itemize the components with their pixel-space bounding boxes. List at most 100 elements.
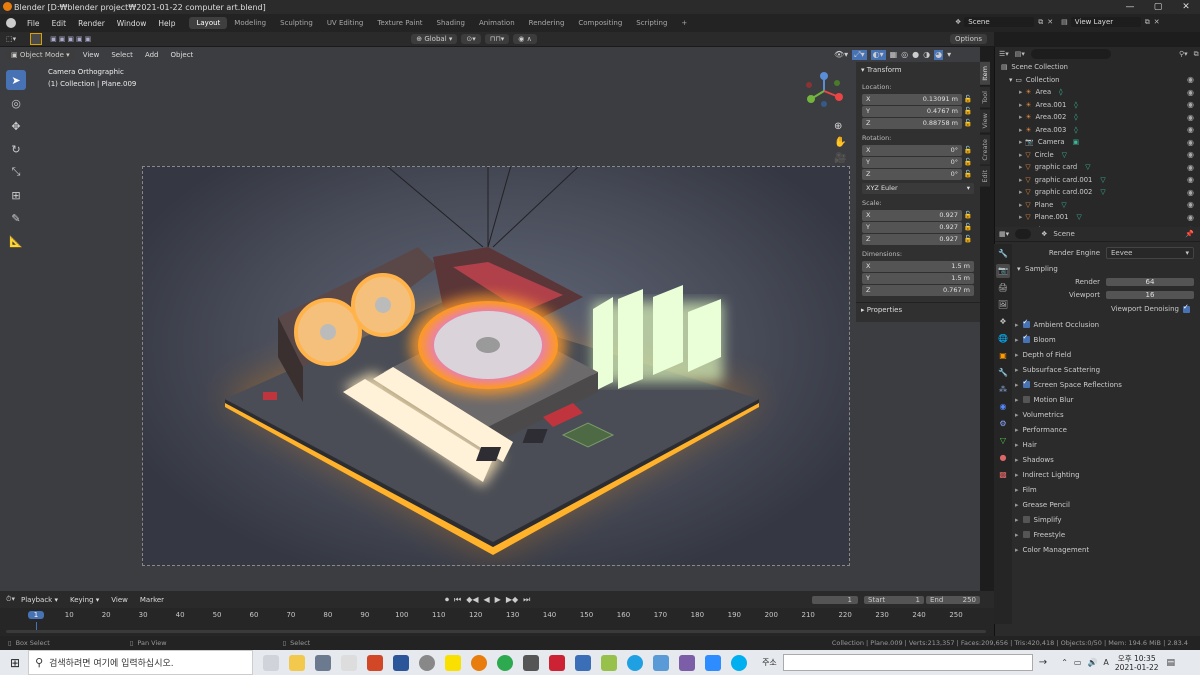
kakaotalk-icon[interactable]: [445, 654, 462, 671]
properties-editor-icon[interactable]: ▦▾: [999, 230, 1009, 238]
render-panel[interactable]: ▸ Screen Space Reflections: [995, 377, 1200, 392]
outliner-item[interactable]: ▸ ☀ Area.003 ◊ ◉: [995, 124, 1200, 137]
texture-props-icon[interactable]: ▩: [996, 468, 1010, 482]
lock-icon[interactable]: 🔓: [962, 146, 974, 154]
chrome-icon[interactable]: [497, 654, 514, 671]
new-scene-icon[interactable]: ⧉: [1038, 18, 1043, 27]
render-panel[interactable]: ▸ Freestyle: [995, 527, 1200, 542]
word-icon[interactable]: [393, 654, 410, 671]
object-data-icon[interactable]: ◊: [1059, 88, 1062, 96]
location-y-field[interactable]: Y 0.4767 m: [862, 105, 962, 117]
object-data-icon[interactable]: ▽: [1062, 151, 1067, 159]
tool-props-icon[interactable]: 🔧: [996, 247, 1010, 261]
transform-header[interactable]: ▾ Transform: [856, 62, 980, 78]
properties-search[interactable]: [1015, 229, 1032, 239]
sketch-app-icon[interactable]: [341, 654, 358, 671]
object-data-icon[interactable]: ▽: [1061, 201, 1066, 209]
visibility-eye-icon[interactable]: ◉: [1187, 138, 1194, 147]
expand-icon[interactable]: ▸: [1019, 213, 1022, 221]
scale-y-field[interactable]: Y 0.927: [862, 221, 962, 233]
panel-checkbox[interactable]: [1022, 333, 1030, 343]
expand-icon[interactable]: ▸: [1019, 88, 1022, 96]
snap-icon[interactable]: ⊓⊓▾: [484, 34, 510, 44]
tray-up-icon[interactable]: ⌃: [1061, 658, 1068, 667]
skype-icon[interactable]: [731, 654, 748, 671]
select-mode-icon[interactable]: [30, 33, 43, 45]
visibility-eye-icon[interactable]: ◉: [1187, 200, 1194, 209]
menu-help[interactable]: Help: [152, 19, 181, 28]
render-panel[interactable]: ▸ Subsurface Scattering: [995, 362, 1200, 377]
outliner-item[interactable]: ▸ ▽ graphic card.002 ▽ ◉: [995, 186, 1200, 199]
render-samples-field[interactable]: 64: [1106, 278, 1194, 286]
proportional-edit-icon[interactable]: ◉ ∧: [513, 34, 537, 44]
menu-select[interactable]: Select: [105, 51, 139, 59]
visibility-icon[interactable]: 👁▾: [834, 50, 848, 60]
task-view-icon[interactable]: [263, 654, 280, 671]
box-select-modes-icon[interactable]: ▣▣▣▣▣: [50, 35, 93, 43]
outliner-item[interactable]: ▸ ▽ Circle ▽ ◉: [995, 149, 1200, 162]
playhead-frame[interactable]: 1: [28, 611, 44, 619]
object-data-icon[interactable]: ▽: [1100, 188, 1105, 196]
visibility-eye-icon[interactable]: ◉: [1187, 188, 1194, 197]
lock-icon[interactable]: 🔓: [962, 119, 974, 127]
end-frame-field[interactable]: End 250: [926, 595, 980, 604]
menu-playback[interactable]: Playback ▾: [15, 596, 64, 604]
taskbar-search-box[interactable]: ⚲ 검색하려면 여기에 입력하십시오.: [28, 650, 254, 675]
visibility-eye-icon[interactable]: ◉: [1187, 163, 1194, 172]
menu-timeline-view[interactable]: View: [105, 596, 134, 604]
xray-icon[interactable]: ▦: [890, 50, 898, 60]
app-icon[interactable]: [601, 654, 618, 671]
delete-scene-icon[interactable]: ✕: [1047, 18, 1053, 26]
outliner-collection[interactable]: ▾ ▭ Collection ◉: [995, 74, 1200, 87]
pan-hand-icon[interactable]: ✋: [834, 137, 846, 148]
panel-checkbox[interactable]: [1022, 378, 1030, 388]
windows-start-icon[interactable]: ⊞: [10, 656, 20, 670]
expand-icon[interactable]: ▸: [1019, 176, 1022, 184]
expand-icon[interactable]: ▸: [1019, 188, 1022, 196]
outliner-search-input[interactable]: [1030, 49, 1111, 59]
app-icon[interactable]: [679, 654, 696, 671]
location-z-field[interactable]: Z 0.88758 m: [862, 117, 962, 129]
object-data-icon[interactable]: ◊: [1074, 126, 1077, 134]
outliner-item[interactable]: ▸ ☀ Area.001 ◊ ◉: [995, 99, 1200, 112]
delete-view-layer-icon[interactable]: ✕: [1154, 18, 1160, 26]
tab-view[interactable]: View: [980, 109, 990, 133]
render-panel[interactable]: ▸ Bloom: [995, 332, 1200, 347]
scale-x-field[interactable]: X 0.927: [862, 209, 962, 221]
shading-material-icon[interactable]: ◑: [923, 50, 930, 60]
outliner-item[interactable]: ▸ ☀ Area ◊ ◉: [995, 86, 1200, 99]
shading-wireframe-icon[interactable]: ◎: [901, 50, 908, 60]
tab-animation[interactable]: Animation: [472, 17, 522, 29]
powerpoint-icon[interactable]: [367, 654, 384, 671]
visibility-eye-icon[interactable]: ◉: [1187, 150, 1194, 159]
overlay-icon[interactable]: ◐▾: [870, 49, 886, 60]
measure-tool-icon[interactable]: 📐: [6, 231, 26, 251]
rotation-z-field[interactable]: Z 0°: [862, 168, 962, 180]
outliner-display-mode-icon[interactable]: ▤▾: [1015, 50, 1025, 58]
outliner-item[interactable]: ▸ 📷 Camera ▣ ◉: [995, 136, 1200, 149]
rotation-y-field[interactable]: Y 0°: [862, 156, 962, 168]
object-data-icon[interactable]: ◊: [1074, 101, 1077, 109]
lock-icon[interactable]: 🔓: [962, 211, 974, 219]
tab-create[interactable]: Create: [980, 134, 990, 165]
object-data-icon[interactable]: ▣: [1073, 138, 1079, 146]
expand-icon[interactable]: ▸: [1019, 151, 1022, 159]
render-panel[interactable]: ▸ Grease Pencil: [995, 497, 1200, 512]
menu-marker[interactable]: Marker: [134, 596, 170, 604]
outliner-item[interactable]: ▸ ▽ Plane.001 ▽ ◉: [995, 211, 1200, 224]
menu-render[interactable]: Render: [72, 19, 111, 28]
lock-icon[interactable]: 🔓: [962, 107, 974, 115]
object-data-icon[interactable]: ▽: [1076, 213, 1081, 221]
visibility-eye-icon[interactable]: ◉: [1187, 113, 1194, 122]
expand-icon[interactable]: ▸: [1019, 163, 1022, 171]
scene-field[interactable]: Scene: [964, 17, 1035, 27]
menu-window[interactable]: Window: [111, 19, 153, 28]
object-data-icon[interactable]: ▽: [1100, 176, 1105, 184]
view-layer-props-icon[interactable]: 🖼: [996, 298, 1010, 312]
blender-menu-icon[interactable]: [6, 18, 16, 28]
edge-icon[interactable]: [627, 654, 644, 671]
tab-sculpting[interactable]: Sculpting: [273, 17, 320, 29]
tab-shading[interactable]: Shading: [430, 17, 472, 29]
outliner-scene-collection[interactable]: ▤ Scene Collection: [995, 61, 1200, 74]
network-icon[interactable]: ▭: [1074, 658, 1082, 667]
